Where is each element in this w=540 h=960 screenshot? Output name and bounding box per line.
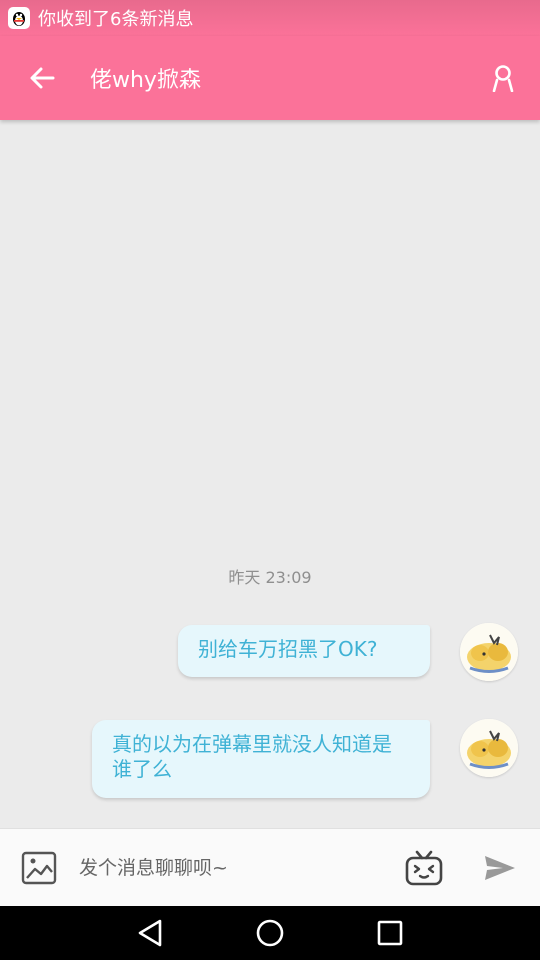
status-bar: 你收到了6条新消息 bbox=[0, 0, 540, 36]
send-icon[interactable] bbox=[483, 851, 517, 885]
chat-area[interactable]: 昨天 23:09 别给车万招黑了OK? 真的以为在弹幕里就没人知道是谁了么 bbox=[0, 120, 540, 828]
conversation-title: 佬why掀森 bbox=[90, 68, 201, 93]
message-input-bar bbox=[0, 828, 540, 906]
message-bubble[interactable]: 真的以为在弹幕里就没人知道是谁了么 bbox=[92, 720, 430, 798]
square-recents-icon[interactable] bbox=[375, 918, 405, 948]
avatar[interactable] bbox=[460, 623, 518, 681]
bilibili-tv-emoji-icon[interactable] bbox=[405, 849, 443, 887]
arrow-left-icon[interactable] bbox=[27, 63, 57, 93]
system-nav-bar bbox=[0, 906, 540, 960]
circle-home-icon[interactable] bbox=[255, 918, 285, 948]
message-text: 别给车万招黑了OK? bbox=[198, 637, 378, 661]
image-icon[interactable] bbox=[21, 850, 57, 886]
message-text: 真的以为在弹幕里就没人知道是谁了么 bbox=[112, 732, 392, 781]
app-bar: 佬why掀森 bbox=[0, 36, 540, 120]
avatar[interactable] bbox=[460, 719, 518, 777]
triangle-back-icon[interactable] bbox=[136, 918, 166, 948]
message-timestamp: 昨天 23:09 bbox=[228, 568, 312, 587]
qq-penguin-icon bbox=[8, 7, 30, 29]
user-icon[interactable] bbox=[488, 63, 518, 93]
message-input[interactable] bbox=[77, 855, 381, 880]
notification-text: 你收到了6条新消息 bbox=[38, 9, 194, 30]
message-bubble[interactable]: 别给车万招黑了OK? bbox=[178, 625, 430, 677]
